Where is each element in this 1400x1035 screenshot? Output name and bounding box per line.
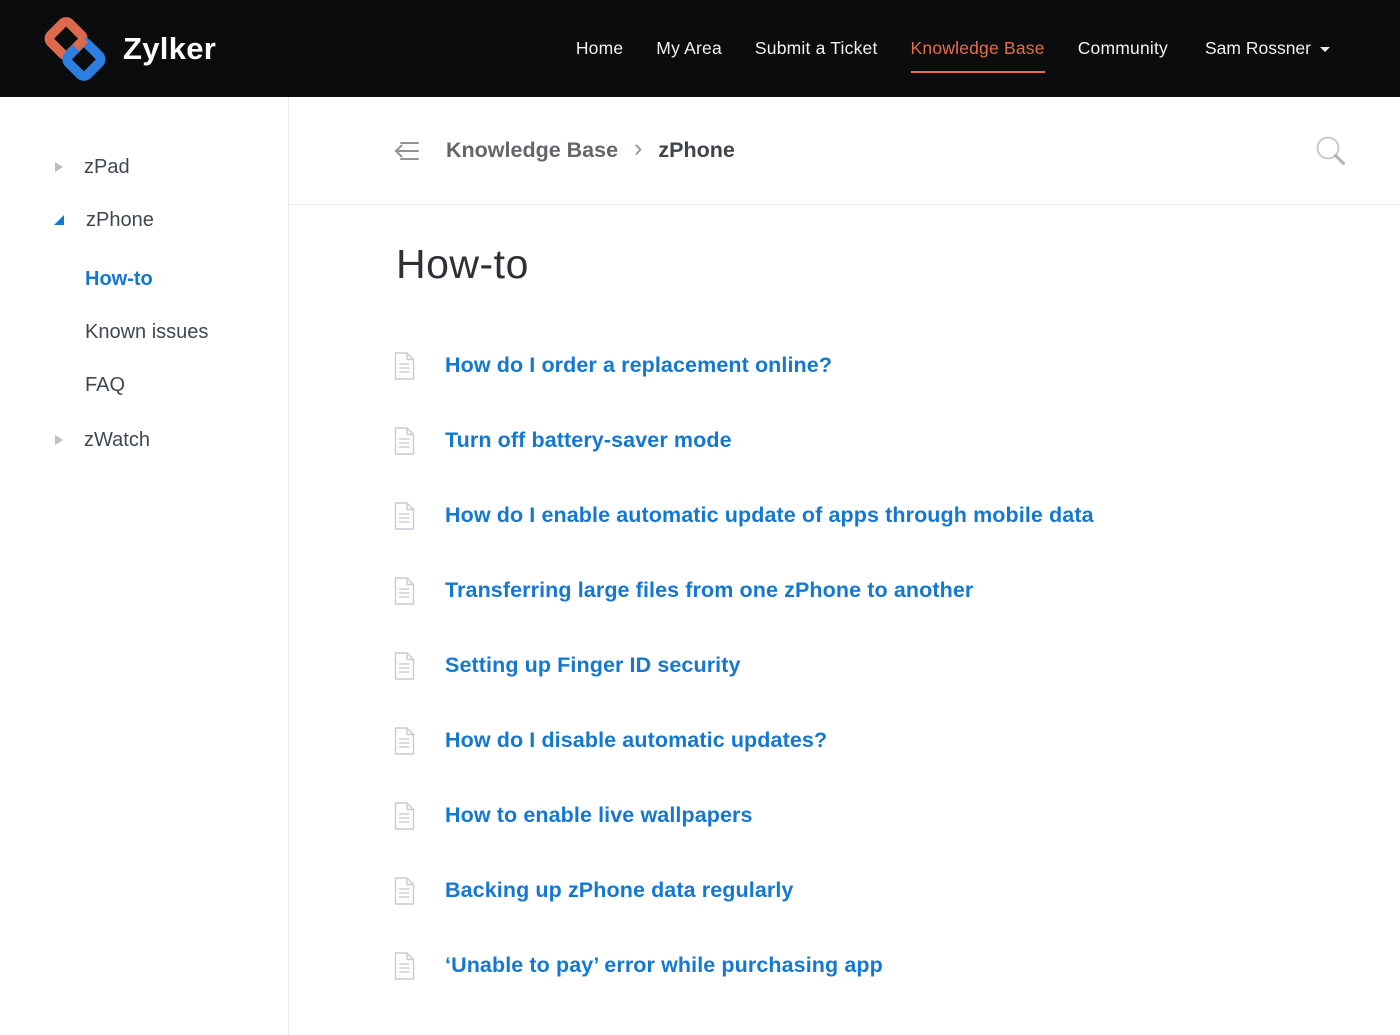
article-row: ‘Unable to pay’ error while purchasing a…	[393, 928, 1400, 1003]
page-title: How-to	[396, 241, 1400, 288]
breadcrumb: Knowledge Base › zPhone	[289, 97, 1400, 205]
article-link[interactable]: ‘Unable to pay’ error while purchasing a…	[445, 953, 883, 978]
back-collapse-icon[interactable]	[393, 141, 421, 161]
nav-home[interactable]: Home	[576, 38, 623, 59]
document-icon	[393, 577, 416, 605]
breadcrumb-knowledge-base[interactable]: Knowledge Base	[446, 138, 618, 163]
breadcrumb-separator-icon: ›	[634, 136, 642, 161]
sidebar-item-known-issues[interactable]: Known issues	[85, 312, 288, 352]
sidebar-item-zphone[interactable]: zPhone	[0, 200, 288, 240]
brand[interactable]: Zylker	[38, 11, 216, 87]
sidebar-item-faq[interactable]: FAQ	[85, 365, 288, 405]
sidebar-item-label: zWatch	[84, 429, 150, 452]
article-row: Transferring large files from one zPhone…	[393, 553, 1400, 628]
document-icon	[393, 727, 416, 755]
chevron-down-icon	[1320, 47, 1330, 52]
zylker-logo-icon	[38, 11, 112, 87]
top-header: Zylker Home My Area Submit a Ticket Know…	[0, 0, 1400, 97]
top-nav: Home My Area Submit a Ticket Knowledge B…	[576, 38, 1330, 59]
document-icon	[393, 652, 416, 680]
triangle-right-icon	[55, 162, 63, 172]
search-icon[interactable]	[1314, 134, 1348, 168]
article-row: How to enable live wallpapers	[393, 778, 1400, 853]
sidebar-item-zwatch[interactable]: zWatch	[0, 420, 288, 460]
article-link[interactable]: Backing up zPhone data regularly	[445, 878, 793, 903]
main-content: Knowledge Base › zPhone How-to How do I …	[289, 97, 1400, 1035]
sidebar-item-label: zPhone	[86, 209, 154, 232]
nav-community[interactable]: Community	[1078, 38, 1168, 59]
nav-submit-a-ticket[interactable]: Submit a Ticket	[755, 38, 878, 59]
article-row: Setting up Finger ID security	[393, 628, 1400, 703]
article-row: How do I disable automatic updates?	[393, 703, 1400, 778]
sidebar-sublist-zphone: How-to Known issues FAQ	[0, 259, 288, 405]
article-list: How do I order a replacement online? Tur…	[289, 328, 1400, 1003]
document-icon	[393, 952, 416, 980]
nav-my-area[interactable]: My Area	[656, 38, 722, 59]
article-link[interactable]: Transferring large files from one zPhone…	[445, 578, 973, 603]
sidebar-item-how-to[interactable]: How-to	[85, 259, 288, 299]
sidebar-item-zpad[interactable]: zPad	[0, 147, 288, 187]
breadcrumb-zphone: zPhone	[658, 138, 734, 163]
sidebar: zPad zPhone How-to Known issues FAQ zWat…	[0, 97, 289, 1035]
article-link[interactable]: How to enable live wallpapers	[445, 803, 753, 828]
triangle-expanded-icon	[53, 214, 65, 226]
user-name: Sam Rossner	[1205, 38, 1311, 59]
article-row: Turn off battery-saver mode	[393, 403, 1400, 478]
document-icon	[393, 502, 416, 530]
article-link[interactable]: How do I enable automatic update of apps…	[445, 503, 1094, 528]
sidebar-item-label: zPad	[84, 156, 130, 179]
article-row: Backing up zPhone data regularly	[393, 853, 1400, 928]
brand-name: Zylker	[123, 31, 216, 67]
document-icon	[393, 427, 416, 455]
article-row: How do I order a replacement online?	[393, 328, 1400, 403]
article-link[interactable]: How do I order a replacement online?	[445, 353, 832, 378]
nav-knowledge-base[interactable]: Knowledge Base	[911, 38, 1045, 59]
document-icon	[393, 352, 416, 380]
user-menu[interactable]: Sam Rossner	[1205, 38, 1330, 59]
triangle-right-icon	[55, 435, 63, 445]
document-icon	[393, 802, 416, 830]
article-row: How do I enable automatic update of apps…	[393, 478, 1400, 553]
article-link[interactable]: Turn off battery-saver mode	[445, 428, 732, 453]
document-icon	[393, 877, 416, 905]
article-link[interactable]: Setting up Finger ID security	[445, 653, 741, 678]
article-link[interactable]: How do I disable automatic updates?	[445, 728, 827, 753]
